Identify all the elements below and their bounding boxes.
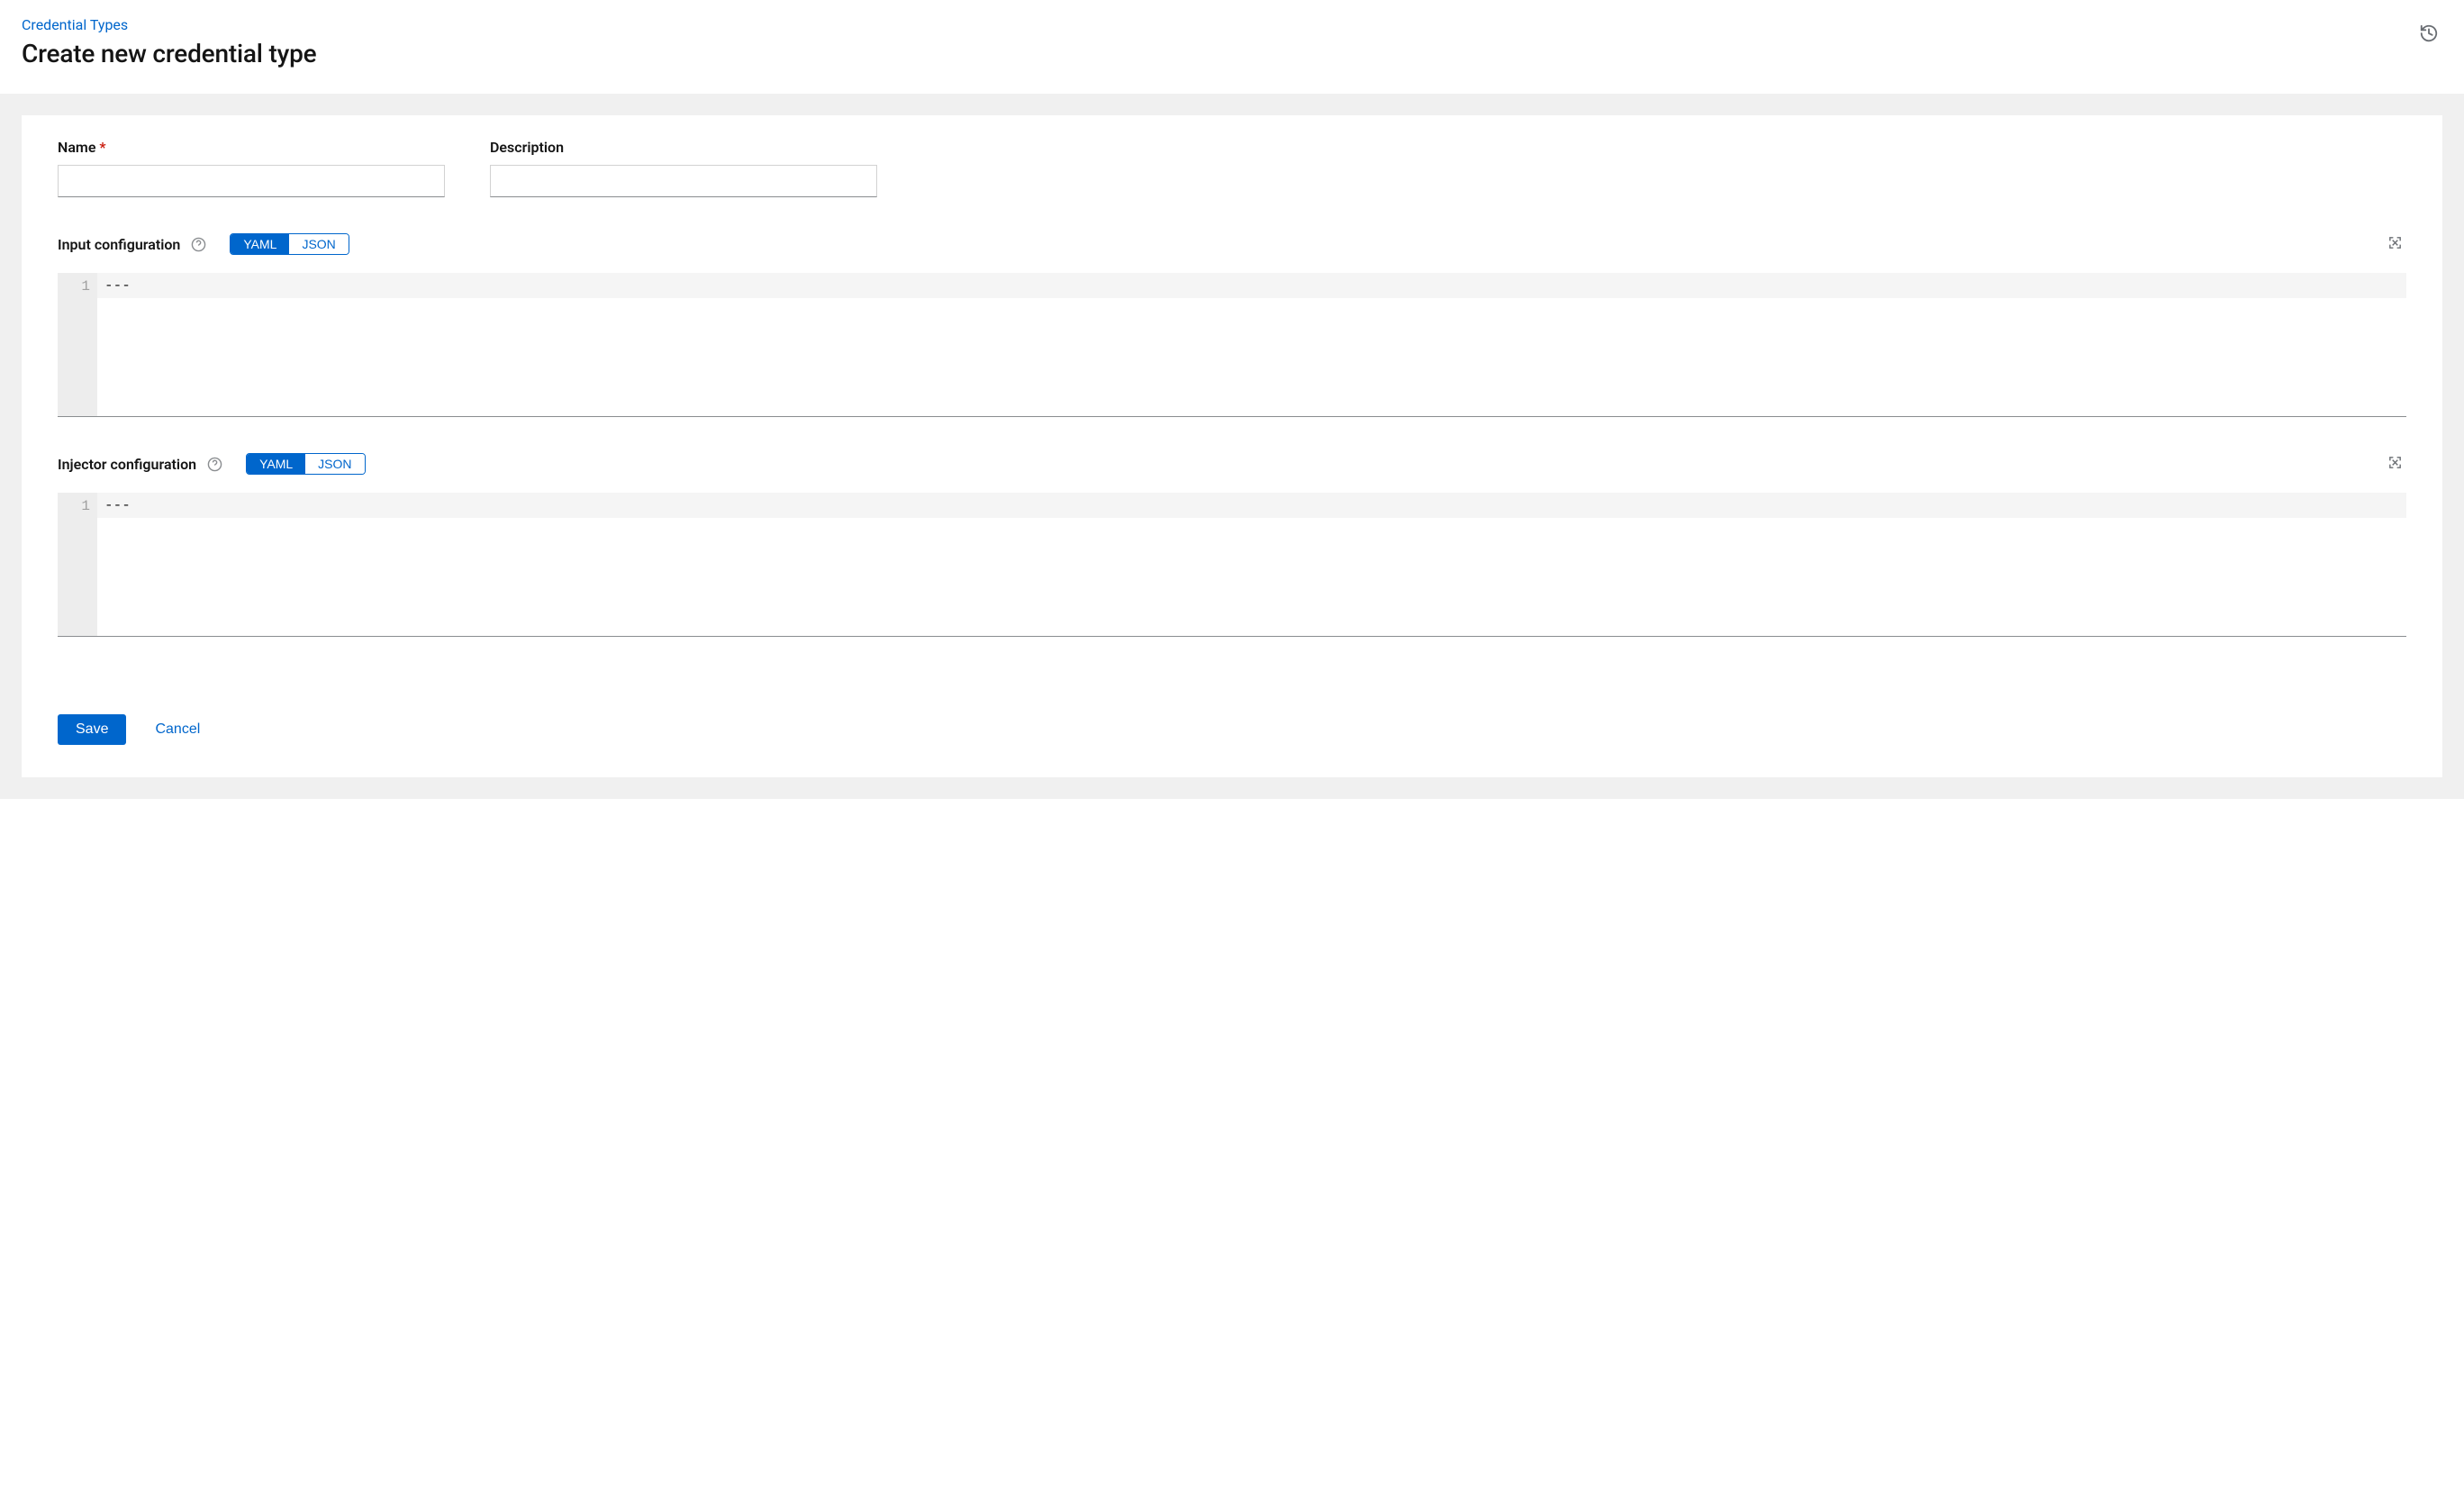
editor-gutter: 1 — [58, 493, 97, 636]
injector-configuration-section: Injector configuration YAML JSON — [58, 453, 2406, 637]
history-icon[interactable] — [2419, 23, 2439, 43]
name-input[interactable] — [58, 165, 445, 197]
page-title: Create new credential type — [22, 39, 2442, 68]
code-line: --- — [104, 277, 131, 294]
input-config-editor[interactable]: 1 --- — [58, 273, 2406, 417]
input-configuration-section: Input configuration YAML JSON — [58, 233, 2406, 417]
code-line: --- — [104, 497, 131, 513]
input-config-yaml-button[interactable]: YAML — [231, 234, 289, 254]
required-asterisk: * — [99, 139, 105, 156]
injector-config-format-toggle: YAML JSON — [246, 453, 365, 475]
name-label: Name* — [58, 139, 445, 156]
page-header: Credential Types Create new credential t… — [0, 0, 2464, 94]
name-field-group: Name* — [58, 139, 445, 197]
expand-icon[interactable] — [2387, 455, 2403, 470]
injector-config-editor[interactable]: 1 --- — [58, 493, 2406, 637]
help-icon[interactable] — [207, 457, 222, 472]
input-config-label: Input configuration — [58, 236, 180, 253]
line-number: 1 — [58, 278, 90, 295]
editor-gutter: 1 — [58, 273, 97, 416]
content-area: Name* Description Input configuration — [0, 94, 2464, 799]
line-number: 1 — [58, 498, 90, 514]
injector-config-label: Injector configuration — [58, 456, 196, 473]
form-actions: Save Cancel — [58, 714, 2406, 745]
cancel-button[interactable]: Cancel — [155, 721, 200, 738]
expand-icon[interactable] — [2387, 235, 2403, 250]
save-button[interactable]: Save — [58, 714, 126, 745]
description-field-group: Description — [490, 139, 877, 197]
breadcrumb[interactable]: Credential Types — [22, 16, 128, 33]
description-input[interactable] — [490, 165, 877, 197]
editor-code-area[interactable]: --- — [97, 493, 2406, 636]
editor-code-area[interactable]: --- — [97, 273, 2406, 416]
help-icon[interactable] — [191, 237, 206, 252]
form-card: Name* Description Input configuration — [22, 115, 2442, 777]
injector-config-json-button[interactable]: JSON — [305, 454, 364, 474]
description-label: Description — [490, 139, 877, 156]
input-config-format-toggle: YAML JSON — [230, 233, 349, 255]
injector-config-yaml-button[interactable]: YAML — [247, 454, 305, 474]
input-config-json-button[interactable]: JSON — [289, 234, 348, 254]
